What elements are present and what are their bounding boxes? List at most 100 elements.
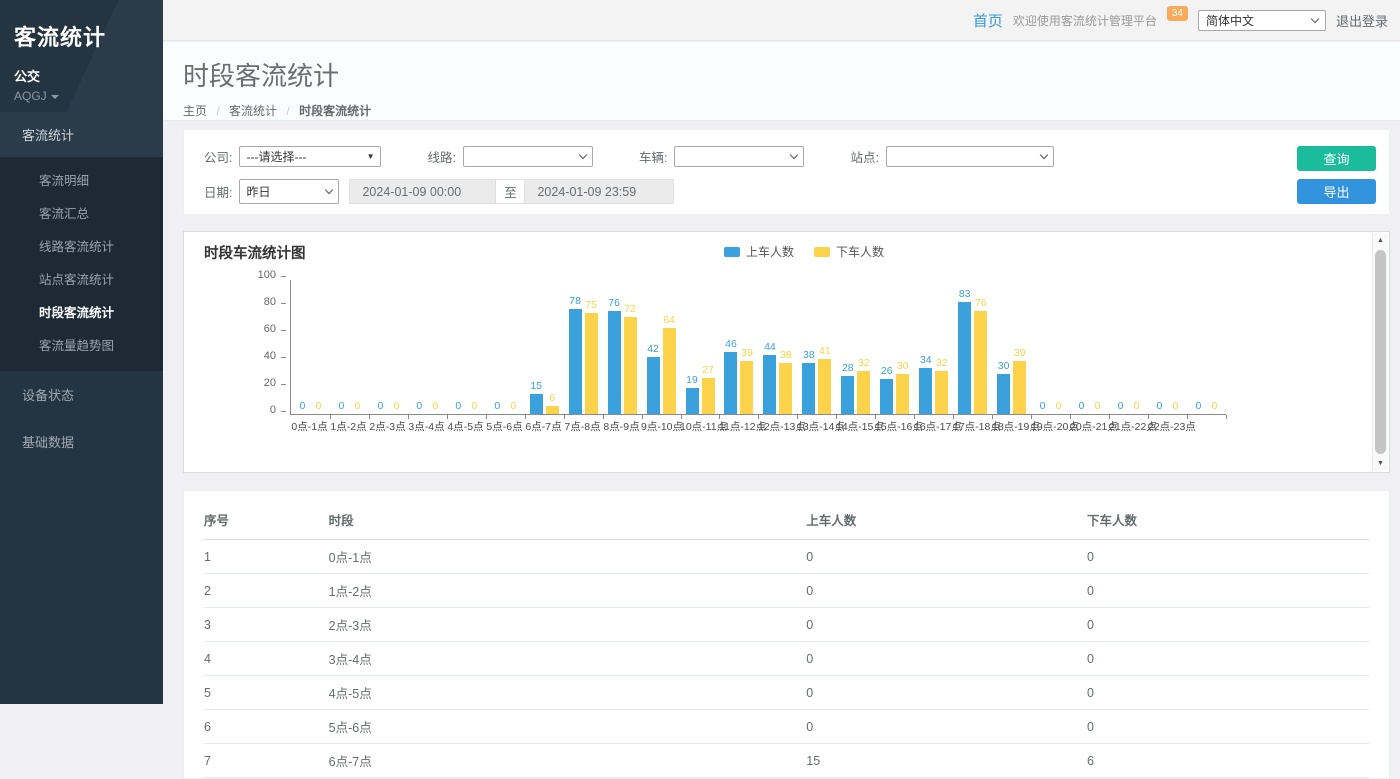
scrollbar-thumb[interactable]: [1375, 250, 1386, 454]
station-label: 站点:: [850, 147, 878, 166]
table-cell: 4点-5点: [329, 676, 807, 710]
bar: [802, 363, 815, 414]
table-cell: 0: [1087, 608, 1369, 642]
bar-value-label: 41: [819, 345, 831, 357]
table-cell: 15: [806, 744, 1087, 778]
y-tick-label: 100: [246, 269, 276, 281]
bar-value-label: 0: [1079, 400, 1085, 412]
sidebar-item-device-status[interactable]: 设备状态: [0, 371, 163, 418]
bar-value-label: 46: [725, 338, 737, 350]
y-tick-label: 0: [246, 404, 276, 416]
sidebar: 客流统计 公交 AQGJ 客流统计 客流明细客流汇总线路客流统计站点客流统计时段…: [0, 0, 163, 704]
bar-value-label: 19: [686, 374, 698, 386]
sidebar-item[interactable]: 线路客流统计: [0, 229, 163, 262]
sidebar-item[interactable]: 客流明细: [0, 163, 163, 196]
sidebar-item-base-data[interactable]: 基础数据: [0, 418, 163, 465]
line-label: 线路:: [427, 147, 455, 166]
x-tick-label: 16点-17点: [914, 419, 953, 434]
table-cell: 2: [204, 574, 329, 608]
sidebar-item[interactable]: 客流汇总: [0, 196, 163, 229]
bar-value-label: 72: [624, 303, 636, 315]
x-tick-label: 21点-22点: [1109, 419, 1148, 434]
breadcrumb-home[interactable]: 主页: [183, 104, 207, 118]
table-cell: 0: [806, 540, 1087, 574]
legend-item[interactable]: 下车人数: [814, 243, 884, 260]
legend-item[interactable]: 上车人数: [724, 243, 794, 260]
query-button[interactable]: 查询: [1297, 146, 1376, 171]
x-tick-label: 13点-14点: [797, 419, 836, 434]
home-link[interactable]: 首页: [973, 10, 1003, 31]
bar-value-label: 42: [647, 343, 659, 355]
bar-value-label: 0: [432, 400, 438, 412]
x-tick-label: 5点-6点: [485, 419, 524, 434]
bar: [997, 374, 1010, 415]
vehicle-select[interactable]: [674, 146, 804, 167]
breadcrumb-passenger-stats[interactable]: 客流统计: [229, 104, 277, 118]
bar-value-label: 0: [510, 400, 516, 412]
x-tick-label: 9点-10点: [641, 419, 680, 434]
bar-group: 4438: [758, 280, 797, 414]
x-tick-label: 15点-16点: [875, 419, 914, 434]
scrollbar-up-icon[interactable]: ▲: [1373, 233, 1388, 248]
bar-value-label: 28: [842, 362, 854, 374]
bar-value-label: 0: [1157, 400, 1163, 412]
table-cell: 0点-1点: [329, 540, 807, 574]
notification-badge[interactable]: 34: [1167, 6, 1188, 21]
table-cell: 5点-6点: [329, 710, 807, 744]
company-select[interactable]: ---请选择--- ▼: [239, 146, 381, 167]
chart-scrollbar[interactable]: ▲ ▼: [1372, 233, 1388, 471]
legend-label: 上车人数: [746, 243, 794, 260]
bar-value-label: 44: [764, 341, 776, 353]
bar: [624, 317, 637, 414]
bar: [841, 376, 854, 414]
bar: [546, 406, 559, 414]
chart-y-axis: 020406080100: [250, 274, 284, 415]
table-header-row: 序号时段上车人数下车人数: [204, 501, 1369, 540]
table-row: 65点-6点00: [204, 710, 1369, 744]
date-from-input[interactable]: 2024-01-09 00:00: [349, 179, 496, 204]
org-code-label: AQGJ: [14, 89, 47, 103]
sidebar-section-passenger-stats[interactable]: 客流统计: [0, 112, 163, 157]
bar-group: 00: [1031, 280, 1070, 414]
table-cell: 3: [204, 608, 329, 642]
table-header-cell: 时段: [329, 501, 807, 540]
export-button[interactable]: 导出: [1297, 179, 1376, 204]
topbar: 首页 欢迎使用客流统计管理平台 34 简体中文 退出登录: [163, 0, 1400, 41]
org-code-dropdown[interactable]: AQGJ: [14, 89, 149, 103]
bar-value-label: 32: [858, 357, 870, 369]
chevron-down-icon: [579, 151, 587, 159]
bar-group: 00: [486, 280, 525, 414]
bar-group: 00: [330, 280, 369, 414]
bar: [919, 368, 932, 414]
sidebar-item[interactable]: 站点客流统计: [0, 262, 163, 295]
table-cell: 1: [204, 540, 329, 574]
bar-value-label: 26: [881, 365, 893, 377]
bar-value-label: 38: [803, 349, 815, 361]
line-select[interactable]: [463, 146, 593, 167]
bar-value-label: 0: [377, 400, 383, 412]
x-tick-label: 14点-15点: [836, 419, 875, 434]
sidebar-item[interactable]: 客流量趋势图: [0, 328, 163, 361]
logout-link[interactable]: 退出登录: [1336, 11, 1388, 30]
table-cell: 0: [806, 642, 1087, 676]
table-row: 43点-4点00: [204, 642, 1369, 676]
bar-value-label: 0: [1173, 400, 1179, 412]
bar-group: 8376: [953, 280, 992, 414]
bar-group: 00: [1148, 280, 1187, 414]
date-preset-select[interactable]: 昨日: [239, 179, 339, 204]
legend-label: 下车人数: [836, 243, 884, 260]
bar-group: 38 41: [797, 280, 836, 414]
table-row: 10点-1点00: [204, 540, 1369, 574]
date-to-input[interactable]: 2024-01-09 23:59: [524, 179, 674, 204]
filter-row-date: 日期: 昨日 2024-01-09 00:00 至 2024-01-09 23:…: [204, 179, 1369, 204]
table-cell: 0: [806, 676, 1087, 710]
scrollbar-down-icon[interactable]: ▼: [1373, 456, 1388, 471]
bar: [647, 357, 660, 414]
language-select[interactable]: 简体中文: [1198, 10, 1326, 31]
station-select[interactable]: [886, 146, 1054, 167]
x-tick-label: 2点-3点: [368, 419, 407, 434]
chevron-down-icon: [1040, 151, 1048, 159]
y-tick-label: 20: [246, 377, 276, 389]
sidebar-item[interactable]: 时段客流统计: [0, 295, 163, 328]
breadcrumb-separator: /: [286, 104, 289, 118]
